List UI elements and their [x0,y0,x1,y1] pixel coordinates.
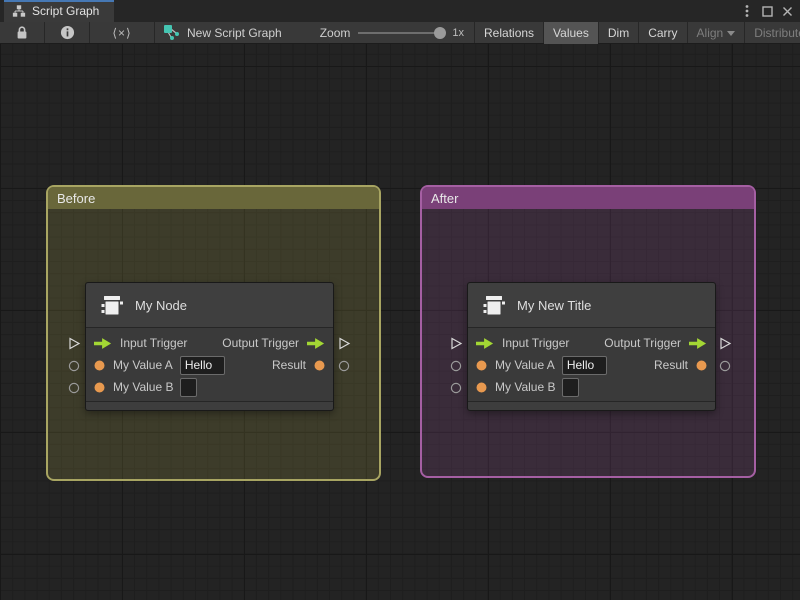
group-before-header[interactable]: Before [48,187,379,209]
graph-name-button[interactable]: New Script Graph [155,24,292,41]
info-button[interactable] [45,22,89,44]
maximize-icon[interactable] [759,3,775,19]
node-header[interactable]: My Node [86,283,333,328]
my-value-b-label: My Value B [495,380,556,394]
dim-button-label: Dim [607,25,630,40]
node-title: My New Title [517,297,592,313]
lock-button[interactable] [0,22,44,44]
node-ports: Input Trigger Output Trigger My Value A … [468,328,715,401]
my-value-b-label: My Value B [113,380,174,394]
my-value-a-field[interactable] [179,355,225,375]
output-trigger-port-icon[interactable] [307,337,325,349]
my-value-a-port-icon[interactable] [476,360,487,371]
my-value-b-field[interactable] [562,377,580,397]
port-row-value-b: My Value B [86,376,333,398]
tab-bar: Script Graph [0,0,800,22]
distribute-dropdown[interactable]: Distribute [745,22,800,44]
active-tab-accent [4,0,114,2]
output-trigger-connector[interactable] [338,337,351,350]
node-title: My Node [135,297,188,313]
input-trigger-port-icon[interactable] [94,337,112,349]
lock-icon [15,25,29,40]
my-value-b-port-icon[interactable] [94,382,105,393]
graph-toolbar: ⟨×⟩ New Script Graph Zoom 1x Relations V… [0,21,800,44]
node-footer [86,401,333,410]
unit-icon [479,291,507,319]
my-value-b-port-icon[interactable] [476,382,487,393]
result-connector[interactable] [719,360,731,372]
port-row-value-a: My Value A Result [468,354,715,376]
group-before[interactable]: Before My Node Input Trigger Output Trig… [46,185,381,481]
node-my-node[interactable]: My Node Input Trigger Output Trigger My … [85,282,334,411]
align-dropdown-label: Align [696,25,724,40]
group-after-header[interactable]: After [422,187,754,209]
close-icon[interactable] [779,3,795,19]
input-trigger-label: Input Trigger [120,336,188,350]
my-value-a-port-icon[interactable] [94,360,105,371]
node-footer [468,401,715,410]
node-header[interactable]: My New Title [468,283,715,328]
distribute-dropdown-label: Distribute [754,25,800,40]
output-trigger-label: Output Trigger [604,336,681,350]
port-row-value-a: My Value A Result [86,354,333,376]
my-value-b-field[interactable] [180,377,198,397]
zoom-label: Zoom [319,25,351,40]
result-port-icon[interactable] [314,360,325,371]
output-trigger-connector[interactable] [719,337,732,350]
graph-node-icon [163,24,180,41]
code-brackets-icon: ⟨×⟩ [112,25,132,40]
script-graph-icon [12,4,26,18]
relations-button-label: Relations [484,25,535,40]
my-value-b-connector[interactable] [68,382,80,394]
unit-icon [97,291,125,319]
script-graph-window: Script Graph ⟨×⟩ New Script Graph Zoom 1… [0,0,800,600]
zoom-slider[interactable] [358,26,447,39]
align-dropdown[interactable]: Align [688,22,745,44]
my-value-b-connector[interactable] [450,382,462,394]
zoom-value: 1x [452,26,465,39]
port-row-triggers: Input Trigger Output Trigger [86,332,333,354]
kebab-menu-icon[interactable] [739,3,755,19]
my-value-a-connector[interactable] [68,360,80,372]
group-after-title: After [431,190,459,206]
graph-name-label: New Script Graph [187,25,282,40]
values-button[interactable]: Values [544,21,598,44]
info-icon [60,25,75,40]
input-trigger-port-icon[interactable] [476,337,494,349]
node-ports: Input Trigger Output Trigger My Value A … [86,328,333,401]
port-row-value-b: My Value B [468,376,715,398]
my-value-a-label: My Value A [495,358,555,372]
zoom-slider-track [358,31,445,34]
input-trigger-label: Input Trigger [502,336,570,350]
code-view-button[interactable]: ⟨×⟩ [90,22,154,44]
values-button-label: Values [553,25,589,40]
node-my-new-title[interactable]: My New Title Input Trigger Output Trigge… [467,282,716,411]
chevron-down-icon [727,31,736,36]
zoom-slider-knob[interactable] [434,26,447,39]
output-trigger-label: Output Trigger [222,336,299,350]
group-after[interactable]: After My New Title Input Trigger Output … [420,185,756,478]
relations-button[interactable]: Relations [475,22,543,44]
input-trigger-connector[interactable] [68,337,81,350]
result-label: Result [653,358,688,372]
carry-button[interactable]: Carry [639,22,686,44]
port-row-triggers: Input Trigger Output Trigger [468,332,715,354]
zoom-control: Zoom 1x [292,26,474,40]
result-connector[interactable] [338,360,350,372]
output-trigger-port-icon[interactable] [689,337,707,349]
result-port-icon[interactable] [696,360,707,371]
tab-label: Script Graph [32,4,100,18]
group-before-title: Before [57,190,96,206]
my-value-a-field[interactable] [561,355,607,375]
my-value-a-label: My Value A [113,358,173,372]
dim-button[interactable]: Dim [599,22,638,44]
my-value-a-connector[interactable] [450,360,462,372]
window-controls [739,0,800,22]
tab-script-graph[interactable]: Script Graph [4,0,114,22]
graph-canvas[interactable]: Before My Node Input Trigger Output Trig… [0,44,800,600]
result-label: Result [271,358,306,372]
input-trigger-connector[interactable] [450,337,463,350]
carry-button-label: Carry [648,25,678,40]
